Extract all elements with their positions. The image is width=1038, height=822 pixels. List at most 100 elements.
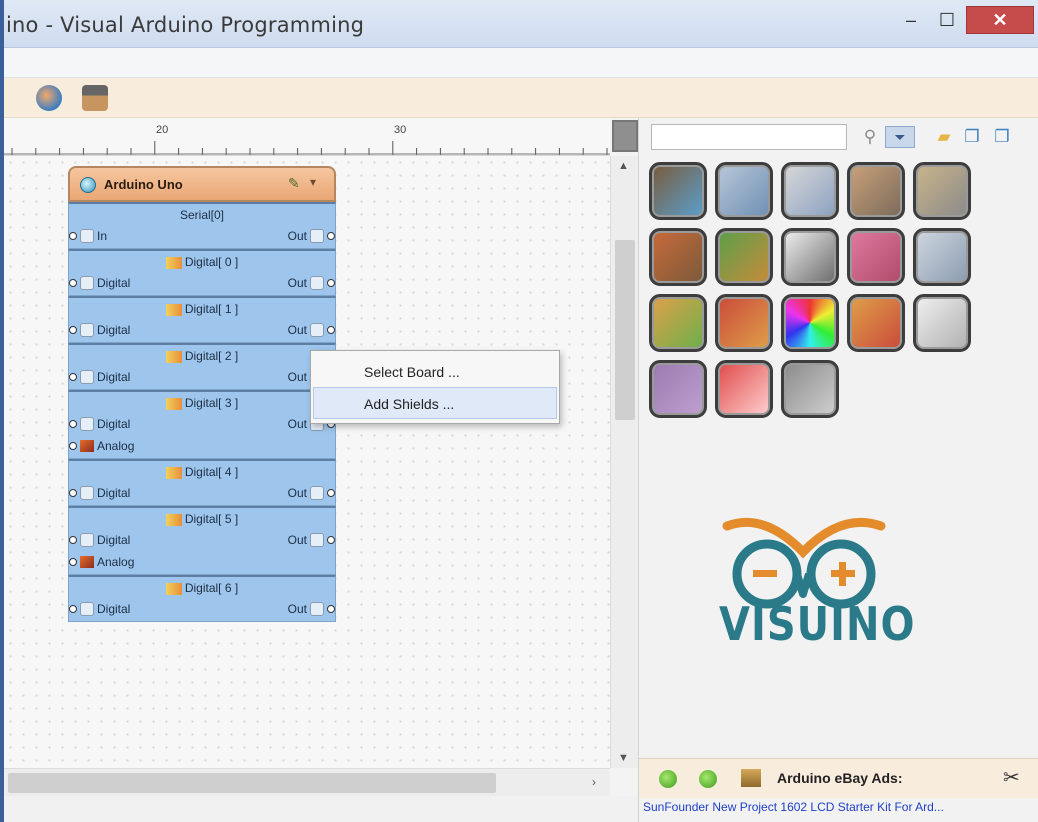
filter-icon[interactable]: ⏷	[885, 126, 915, 148]
pin-connector-icon[interactable]	[69, 489, 77, 497]
ads-bar: Arduino eBay Ads: ✂	[639, 758, 1038, 798]
palette-category-1-button[interactable]	[649, 162, 707, 220]
palette-category-15-button[interactable]	[913, 294, 971, 352]
palette-category-2-button[interactable]	[715, 162, 773, 220]
folder-icon[interactable]: ▰	[933, 126, 955, 148]
scroll-down-icon[interactable]: ▼	[618, 752, 629, 764]
pin-row: Digital Out	[69, 367, 335, 389]
input-pin[interactable]: Digital	[69, 276, 130, 290]
pin-section: Digital[ 0 ] Digital Out	[68, 249, 336, 296]
palette-category-16-button[interactable]	[649, 360, 707, 418]
board-icon[interactable]	[36, 85, 62, 111]
window-title: ino - Visual Arduino Programming	[6, 13, 365, 37]
palette-category-6-button[interactable]	[649, 228, 707, 286]
chip-icon	[165, 303, 182, 316]
input-pin[interactable]: Analog	[69, 555, 134, 569]
input-pin[interactable]: Digital	[69, 533, 130, 547]
palette-category-7-button[interactable]	[715, 228, 773, 286]
search-input[interactable]	[651, 124, 847, 150]
pin-connector-icon[interactable]	[69, 442, 77, 450]
input-pin[interactable]: Analog	[69, 439, 134, 453]
pin-connector-icon[interactable]	[69, 420, 77, 428]
input-pin[interactable]: Digital	[69, 602, 130, 616]
pin-label: Out	[287, 370, 307, 384]
analog-icon	[80, 440, 94, 452]
palette-category-14-button[interactable]	[847, 294, 905, 352]
palette-category-5-button[interactable]	[913, 162, 971, 220]
pin-label: Out	[287, 323, 307, 337]
arduino-uno-component[interactable]: Arduino Uno ✎ ▾ Serial[0] In Out Digital[ 0…	[68, 166, 336, 622]
digital-icon	[310, 602, 324, 616]
output-pin[interactable]: Out	[288, 323, 335, 337]
palette-category-8-button[interactable]	[781, 228, 839, 286]
palette-category-17-button[interactable]	[715, 360, 773, 418]
palette-category-4-button[interactable]	[847, 162, 905, 220]
context-menu: Select Board ... Add Shields ...	[310, 350, 560, 424]
pin-connector-icon[interactable]	[327, 605, 335, 613]
output-pin[interactable]: Out	[288, 602, 335, 616]
scroll-up-icon[interactable]: ▲	[618, 160, 629, 172]
menu-item-add-shields[interactable]: Add Shields ...	[313, 387, 557, 419]
palette-category-9-button[interactable]	[847, 228, 905, 286]
pin-connector-icon[interactable]	[69, 373, 77, 381]
horizontal-scroll-thumb[interactable]	[8, 773, 496, 793]
palette-category-18-button[interactable]	[781, 360, 839, 418]
input-pin[interactable]: Digital	[69, 486, 130, 500]
pin-row: Digital Out	[69, 599, 335, 621]
ad-link[interactable]: SunFounder New Project 1602 LCD Starter …	[643, 800, 1038, 814]
close-button[interactable]: ✕	[966, 6, 1034, 34]
tools-icon[interactable]: ✂	[1003, 765, 1020, 790]
ruler-corner[interactable]	[612, 120, 638, 152]
chip-icon	[165, 513, 182, 526]
pin-connector-icon[interactable]	[69, 536, 77, 544]
search-icon[interactable]: ⚲	[859, 126, 881, 148]
wrench-icon[interactable]: ✎	[288, 175, 300, 192]
output-pin[interactable]: Out	[288, 486, 335, 500]
chevron-down-icon[interactable]: ▾	[310, 175, 316, 189]
pin-connector-icon[interactable]	[69, 605, 77, 613]
pin-connector-icon[interactable]	[69, 558, 77, 566]
input-pin[interactable]: Digital	[69, 323, 130, 337]
user-icon[interactable]	[82, 85, 108, 111]
pin-connector-icon[interactable]	[327, 326, 335, 334]
pin-connector-icon[interactable]	[69, 232, 77, 240]
vertical-scroll-thumb[interactable]	[615, 240, 635, 420]
pin-section-label: Digital[ 5 ]	[184, 512, 239, 526]
menu-item-select-board[interactable]: Select Board ...	[313, 355, 557, 387]
vertical-scrollbar[interactable]: ▲ ▼	[610, 156, 638, 768]
chip-icon	[165, 466, 182, 479]
input-pin[interactable]: Digital	[69, 417, 130, 431]
output-pin[interactable]: Out	[288, 276, 335, 290]
pin-connector-icon[interactable]	[327, 279, 335, 287]
palette-category-10-button[interactable]	[913, 228, 971, 286]
palette-category-3-button[interactable]	[781, 162, 839, 220]
palette-category-11-button[interactable]	[649, 294, 707, 352]
digital-icon	[80, 602, 94, 616]
expand-icon[interactable]: ❐	[961, 126, 983, 148]
pin-connector-icon[interactable]	[69, 326, 77, 334]
input-pin[interactable]: In	[69, 229, 107, 243]
maximize-button[interactable]: ☐	[930, 6, 964, 34]
input-pin[interactable]: Digital	[69, 370, 130, 384]
pin-connector-icon[interactable]	[327, 232, 335, 240]
title-bar[interactable]: ino - Visual Arduino Programming – ☐ ✕	[4, 0, 1038, 48]
status-bar	[4, 796, 638, 822]
pin-connector-icon[interactable]	[327, 489, 335, 497]
palette-category-13-button[interactable]	[781, 294, 839, 352]
palette-category-12-button[interactable]	[715, 294, 773, 352]
pin-connector-icon[interactable]	[327, 536, 335, 544]
scroll-right-icon[interactable]: ›	[592, 775, 596, 789]
pin-connector-icon[interactable]	[69, 279, 77, 287]
collapse-icon[interactable]: ❐	[991, 126, 1013, 148]
component-header[interactable]: Arduino Uno ✎ ▾	[68, 166, 336, 202]
pin-section-title: Digital[ 1 ]	[69, 298, 335, 320]
next-ad-icon[interactable]	[699, 770, 717, 788]
ruler-ticks	[4, 141, 610, 155]
horizontal-scrollbar[interactable]: ›	[4, 768, 610, 796]
previous-ad-icon[interactable]	[659, 770, 677, 788]
chip-icon	[165, 350, 182, 363]
minimize-button[interactable]: –	[894, 6, 928, 34]
output-pin[interactable]: Out	[288, 533, 335, 547]
output-pin[interactable]: Out	[288, 229, 335, 243]
pin-section-label: Digital[ 4 ]	[184, 465, 239, 479]
